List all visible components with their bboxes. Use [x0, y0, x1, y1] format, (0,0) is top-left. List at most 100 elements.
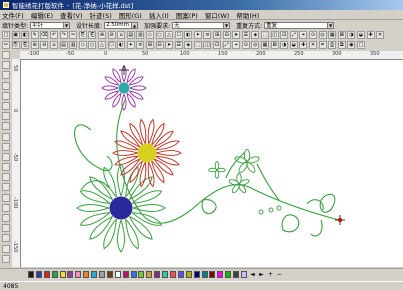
tool-button-10[interactable]	[1, 142, 10, 151]
main-button-24[interactable]: ⊟	[222, 31, 231, 39]
color-swatch[interactable]	[146, 271, 153, 278]
tool-button-19[interactable]	[1, 234, 10, 243]
view-button-18[interactable]: ➤	[165, 41, 174, 49]
view-button-17[interactable]: ⊟	[155, 41, 164, 49]
main-button-23[interactable]: ⊞	[213, 31, 222, 39]
color-swatch[interactable]	[233, 271, 240, 278]
color-swatch[interactable]	[170, 271, 177, 278]
color-swatch[interactable]	[122, 271, 129, 278]
end-point-icon[interactable]	[337, 217, 343, 223]
view-button-6[interactable]: ⌂	[49, 41, 58, 49]
main-button-11[interactable]: ⊕	[97, 31, 106, 39]
view-button-8[interactable]: ▥	[69, 41, 78, 49]
tool-button-18[interactable]	[1, 224, 10, 233]
view-button-27[interactable]: ◎	[251, 41, 260, 49]
view-button-3[interactable]: ⎗	[21, 41, 30, 49]
main-button-5[interactable]: ⌫	[40, 31, 49, 39]
color-swatch[interactable]	[114, 271, 121, 278]
design-canvas[interactable]	[21, 60, 403, 267]
view-button-38[interactable]: □	[356, 41, 365, 49]
main-button-15[interactable]: ▥	[136, 31, 145, 39]
main-button-32[interactable]: ⌖	[299, 31, 308, 39]
tool-button-12[interactable]	[1, 163, 10, 172]
tool-button-14[interactable]	[1, 183, 10, 192]
view-button-1[interactable]: ✂	[2, 41, 10, 49]
color-swatch[interactable]	[59, 271, 66, 278]
tool-button-20[interactable]	[1, 244, 10, 253]
view-button-21[interactable]: ⬚	[193, 41, 202, 49]
color-swatch[interactable]	[162, 271, 169, 278]
tool-button-6[interactable]	[1, 101, 10, 110]
palette-prev-button[interactable]: ◄	[249, 271, 256, 278]
tool-button-7[interactable]	[1, 112, 10, 121]
view-button-28[interactable]: ▦	[261, 41, 270, 49]
view-button-26[interactable]: ⊙	[241, 41, 250, 49]
tool-button-16[interactable]	[1, 203, 10, 212]
view-button-25[interactable]: ⌖	[232, 41, 241, 49]
main-button-14[interactable]: ▤	[126, 31, 135, 39]
view-button-12[interactable]: ☐	[107, 41, 116, 49]
view-button-31[interactable]: ◒	[289, 41, 298, 49]
main-button-35[interactable]: ▦	[328, 31, 337, 39]
main-button-2[interactable]: ▣	[11, 31, 20, 39]
color-swatch[interactable]	[217, 271, 224, 278]
view-button-15[interactable]: ≡	[136, 41, 145, 49]
view-button-9[interactable]: ◇	[78, 41, 87, 49]
color-swatch[interactable]	[130, 271, 137, 278]
main-button-9[interactable]: ⎘	[78, 31, 87, 39]
color-swatch[interactable]	[138, 271, 145, 278]
color-swatch[interactable]	[51, 271, 58, 278]
view-button-33[interactable]: ✕	[309, 41, 317, 49]
main-button-26[interactable]: ☰	[241, 31, 250, 39]
color-swatch[interactable]	[91, 271, 98, 278]
menu-file[interactable]: 文件(F)	[2, 10, 24, 20]
tool-button-11[interactable]	[1, 152, 10, 161]
view-button-24[interactable]: ⤢	[222, 41, 231, 49]
menu-window[interactable]: 窗口(W)	[205, 10, 230, 20]
spinner-icon[interactable]: ▲	[131, 22, 138, 28]
view-button-7[interactable]: ▤	[59, 41, 68, 49]
main-button-29[interactable]: ◫	[270, 31, 279, 39]
main-button-7[interactable]: ↷	[59, 31, 68, 39]
overlap-select[interactable]: 重复 ▼	[264, 21, 335, 29]
palette-next-button[interactable]: ►	[258, 271, 265, 278]
stitch-length-field[interactable]: 2.50mm ▲	[104, 21, 139, 29]
view-button-5[interactable]: ⊖	[40, 41, 49, 49]
tool-button-15[interactable]	[1, 193, 10, 202]
tool-button-2[interactable]	[1, 61, 10, 70]
main-button-10[interactable]: ⎗	[88, 31, 97, 39]
tool-button-4[interactable]	[1, 81, 10, 90]
color-swatch[interactable]	[35, 271, 42, 278]
main-button-38[interactable]: ◒	[356, 31, 365, 39]
density-select[interactable]: 无 ▼	[172, 21, 231, 29]
main-button-40[interactable]: ✕	[376, 31, 385, 39]
color-swatch[interactable]	[75, 271, 82, 278]
view-button-29[interactable]: ⊠	[270, 41, 279, 49]
chevron-down-icon[interactable]: ▼	[223, 22, 230, 28]
main-button-36[interactable]: ⊠	[337, 31, 346, 39]
main-button-13[interactable]: ⌂	[117, 31, 126, 39]
menu-stitch[interactable]: 针迹(S)	[90, 10, 112, 20]
view-button-4[interactable]: ⊕	[30, 41, 39, 49]
view-button-16[interactable]: ⊞	[145, 41, 154, 49]
menu-view[interactable]: 查看(V)	[60, 10, 83, 20]
view-button-37[interactable]: ◉	[347, 41, 356, 49]
view-button-2[interactable]: ⎘	[11, 41, 20, 49]
main-button-22[interactable]: ≡	[203, 31, 212, 39]
color-swatch[interactable]	[201, 271, 208, 278]
view-button-23[interactable]: ⊡	[213, 41, 222, 49]
color-swatch[interactable]	[209, 271, 216, 278]
color-swatch[interactable]	[83, 271, 90, 278]
main-button-18[interactable]: △	[165, 31, 174, 39]
main-button-39[interactable]: ✚	[366, 31, 375, 39]
view-button-30[interactable]: ◑	[280, 41, 289, 49]
color-swatch[interactable]	[225, 271, 232, 278]
view-button-13[interactable]: ◐	[117, 41, 126, 49]
main-button-16[interactable]: ◇	[145, 31, 154, 39]
main-button-12[interactable]: ⊖	[107, 31, 116, 39]
main-button-34[interactable]: ◎	[318, 31, 327, 39]
main-button-33[interactable]: ⊙	[309, 31, 317, 39]
tool-button-1[interactable]	[1, 51, 10, 59]
color-swatch[interactable]	[177, 271, 184, 278]
color-swatch[interactable]	[241, 271, 248, 278]
